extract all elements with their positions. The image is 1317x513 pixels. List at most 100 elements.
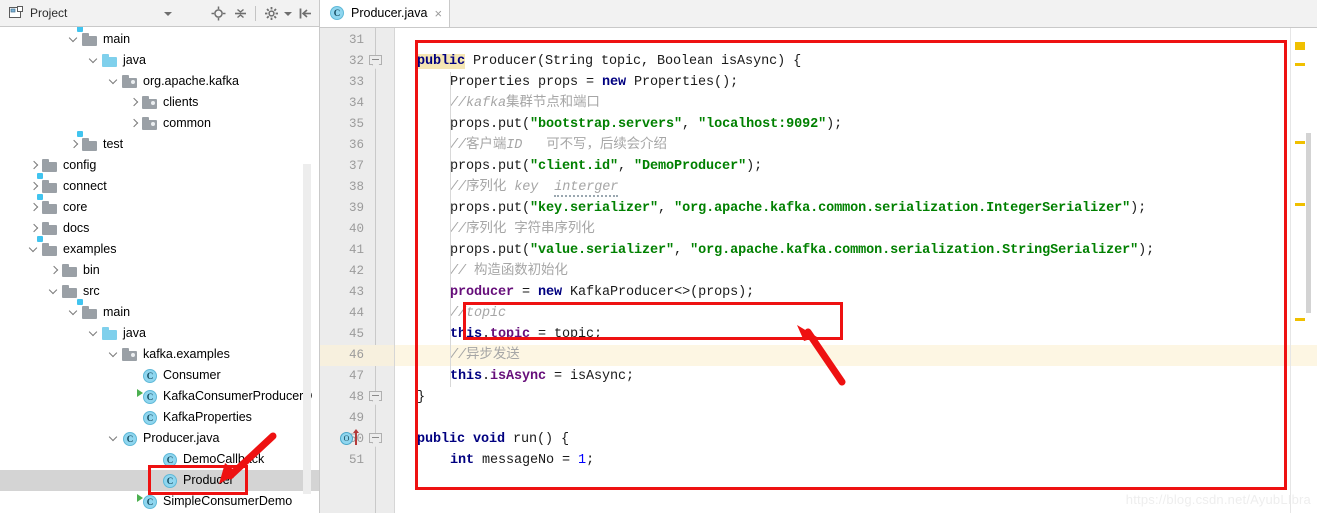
gear-icon[interactable] <box>261 4 281 24</box>
tree-item-java[interactable]: java <box>0 50 319 71</box>
tree-item-main[interactable]: main <box>0 27 319 50</box>
code-token: props.put( <box>450 117 531 132</box>
editor-scrollbar-thumb[interactable] <box>1306 133 1311 313</box>
chevron-down-icon[interactable] <box>48 285 61 298</box>
chevron-down-icon[interactable] <box>283 4 293 24</box>
tree-item-java[interactable]: java <box>0 323 319 344</box>
chevron-right-icon[interactable] <box>68 138 81 151</box>
chevron-right-icon[interactable] <box>48 264 61 277</box>
warning-stripe-marker[interactable] <box>1295 42 1305 50</box>
tree-item-connect[interactable]: connect <box>0 172 319 197</box>
folder-source-badge-icon <box>37 193 58 216</box>
chevron-down-icon[interactable] <box>68 33 81 46</box>
error-stripe[interactable] <box>1290 28 1317 513</box>
tree-item-consumer[interactable]: C Consumer <box>0 365 319 386</box>
chevron-right-icon[interactable] <box>128 96 141 109</box>
project-tree-scroll[interactable]: main java org.apache.kafka clients common tes… <box>0 27 319 513</box>
tree-item-simpleconsumerdemo[interactable]: C SimpleConsumerDemo <box>0 491 319 512</box>
warning-stripe-marker[interactable] <box>1295 318 1305 321</box>
chevron-right-icon[interactable] <box>28 180 41 193</box>
folder-plain-icon <box>62 263 78 279</box>
chevron-down-icon[interactable] <box>108 432 121 445</box>
warning-stripe-marker[interactable] <box>1295 63 1305 66</box>
code-token: props.put( <box>450 243 531 258</box>
tree-item-core[interactable]: core <box>0 193 319 218</box>
java-class-icon: C <box>137 388 158 405</box>
code-token: // <box>450 348 467 363</box>
chevron-right-icon[interactable] <box>128 117 141 130</box>
tree-item-label: java <box>123 53 146 68</box>
warning-stripe-marker[interactable] <box>1295 203 1305 206</box>
chevron-down-icon[interactable] <box>28 243 41 256</box>
target-locate-icon[interactable] <box>208 4 228 24</box>
chevron-down-icon[interactable] <box>108 75 121 88</box>
twist-spacer <box>148 453 161 466</box>
code-surface[interactable]: public Producer(String topic, Boolean is… <box>395 28 1290 513</box>
code-line: //topic <box>450 303 506 324</box>
chevron-down-icon[interactable] <box>88 327 101 340</box>
folder-plain-icon <box>62 284 78 300</box>
tree-item-docs[interactable]: docs <box>0 218 319 239</box>
tree-item-test[interactable]: test <box>0 130 319 155</box>
code-token: this <box>450 327 483 342</box>
tree-item-label: main <box>103 32 131 47</box>
folder-source-blue-icon <box>102 53 118 69</box>
chevron-right-icon[interactable] <box>28 159 41 172</box>
code-editor[interactable]: 3132333435363738394041424344454647484950… <box>320 28 1317 513</box>
project-tree-scrollbar[interactable] <box>303 164 311 494</box>
tree-item-producer-java[interactable]: C Producer.java <box>0 428 319 449</box>
code-line: //异步发送 <box>450 345 520 366</box>
code-token: "localhost:9092" <box>698 117 827 132</box>
close-icon[interactable]: × <box>434 7 442 20</box>
code-token: Properties(); <box>626 75 739 90</box>
chevron-down-icon[interactable] <box>68 306 81 319</box>
ide-window: Project main java org.apache.kafka clien… <box>0 0 1317 513</box>
java-class-icon: C <box>142 368 158 384</box>
chevron-down-icon[interactable] <box>88 54 101 67</box>
tree-item-producer[interactable]: C Producer <box>0 470 319 491</box>
tree-item-clients[interactable]: clients <box>0 92 319 113</box>
tree-item-src[interactable]: src <box>0 281 319 302</box>
tree-item-common[interactable]: common <box>0 113 319 134</box>
twist-spacer <box>148 474 161 487</box>
project-panel-toolbar <box>158 0 315 27</box>
fold-marker-icon[interactable] <box>369 391 383 405</box>
chevron-down-icon[interactable] <box>158 4 178 24</box>
fold-marker-icon[interactable] <box>369 433 383 447</box>
hide-panel-icon[interactable] <box>295 4 315 24</box>
caret-row-stripe-highlight <box>1291 345 1317 366</box>
tree-item-democallback[interactable]: C DemoCallback <box>0 449 319 470</box>
tree-item-kafkaproperties[interactable]: C KafkaProperties <box>0 407 319 428</box>
caret-row-highlight <box>395 345 1290 366</box>
folder-plain-icon <box>42 221 58 237</box>
tree-item-kafka-examples[interactable]: kafka.examples <box>0 344 319 365</box>
code-token: "key.serializer" <box>530 201 659 216</box>
tree-item-config[interactable]: config <box>0 155 319 176</box>
tree-item-main[interactable]: main <box>0 298 319 323</box>
chevron-right-icon[interactable] <box>28 222 41 235</box>
code-token: new <box>602 75 627 90</box>
tab-producer-java[interactable]: C Producer.java × <box>320 0 451 27</box>
chevron-down-icon[interactable] <box>108 348 121 361</box>
tree-item-kafkaconsumerproducerd[interactable]: C KafkaConsumerProducerD <box>0 386 319 407</box>
tree-item-examples[interactable]: examples <box>0 235 319 260</box>
fold-marker-icon[interactable] <box>369 55 383 69</box>
twist-spacer <box>128 411 141 424</box>
code-line: //序列化 字符串序列化 <box>450 219 595 240</box>
folder-source-badge-icon <box>37 235 58 258</box>
line-number: 40 <box>348 222 364 236</box>
line-number: 47 <box>348 369 364 383</box>
tree-item-label: docs <box>63 221 90 236</box>
tab-label: Producer.java <box>351 6 428 20</box>
code-token: public <box>417 432 466 447</box>
tree-item-bin[interactable]: bin <box>0 260 319 281</box>
code-token: "client.id" <box>530 159 619 174</box>
tree-item-org-apache-kafka[interactable]: org.apache.kafka <box>0 71 319 92</box>
folder-plain-icon <box>42 158 58 174</box>
overridden-method-icon[interactable]: O <box>340 429 366 447</box>
tree-item-label: DemoCallback <box>183 452 265 467</box>
editor-gutter[interactable]: 3132333435363738394041424344454647484950… <box>320 28 394 513</box>
warning-stripe-marker[interactable] <box>1295 141 1305 144</box>
chevron-right-icon[interactable] <box>28 201 41 214</box>
collapse-all-icon[interactable] <box>230 4 250 24</box>
